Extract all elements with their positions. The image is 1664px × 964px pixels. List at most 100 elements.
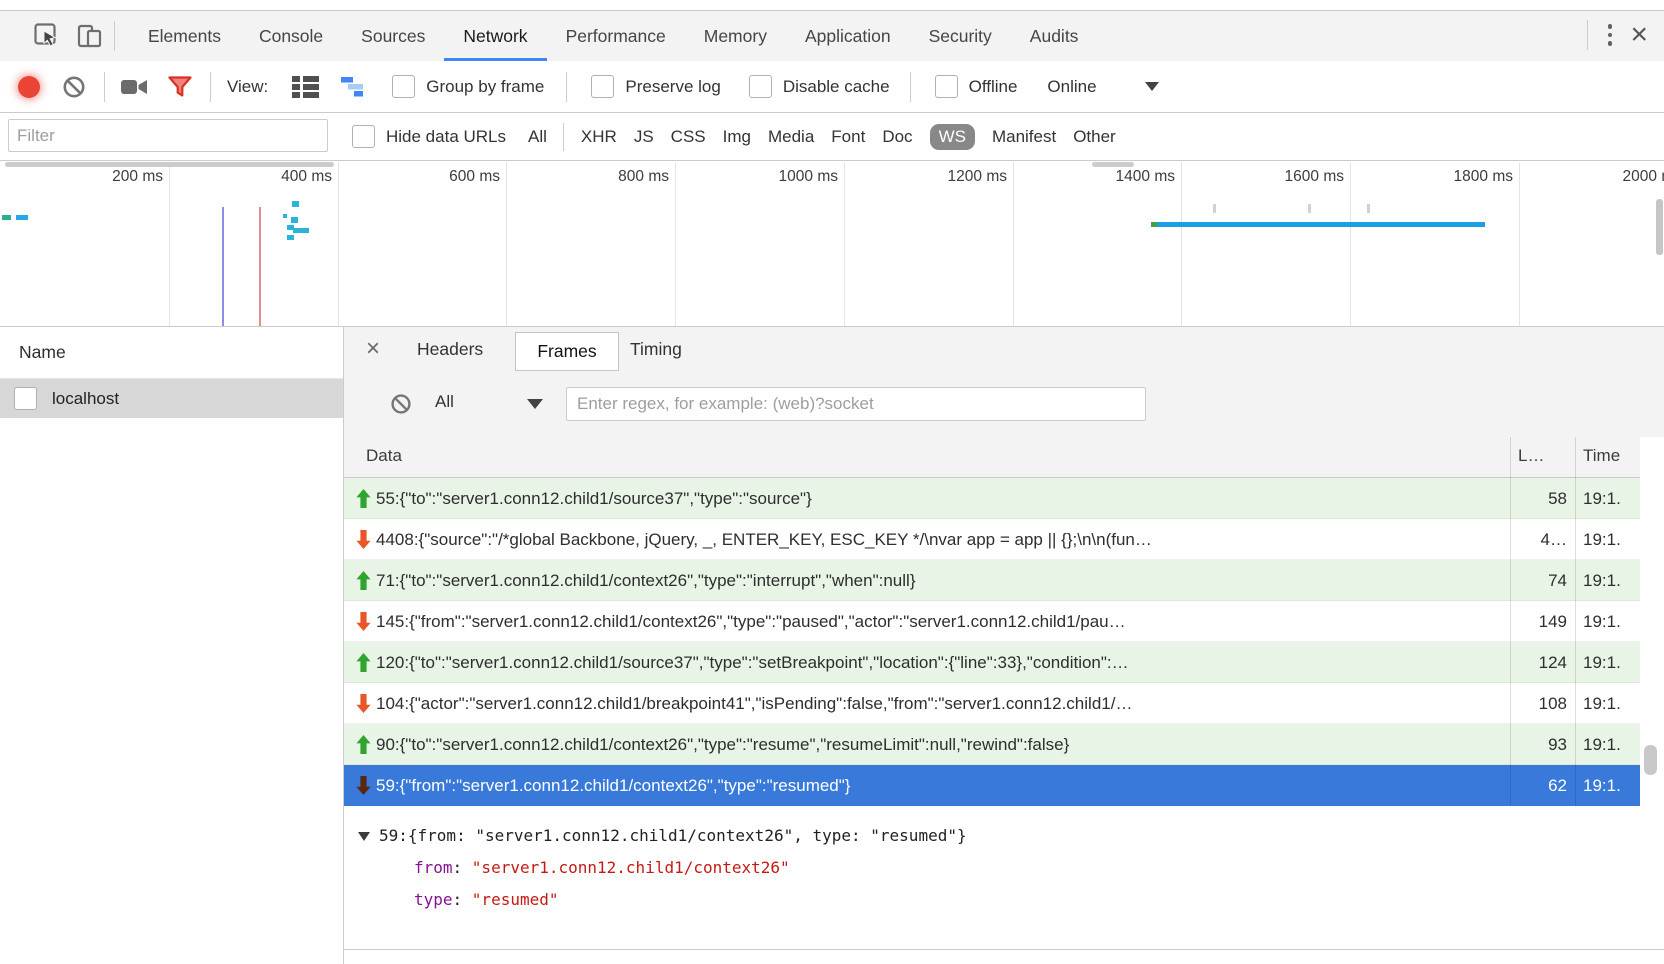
column-divider[interactable] <box>1575 437 1576 806</box>
frame-length: 74 <box>1548 570 1567 590</box>
filter-type-xhr[interactable]: XHR <box>581 127 617 147</box>
tab-performance[interactable]: Performance <box>547 11 685 61</box>
tab-frames-selected[interactable]: Frames <box>515 332 619 371</box>
frames-scrollbar-thumb[interactable] <box>1644 745 1657 775</box>
frames-regex-input[interactable] <box>566 387 1146 421</box>
tree-property[interactable]: from: "server1.conn12.child1/context26" <box>358 852 1664 884</box>
overview-scrollbar-thumb[interactable] <box>1656 199 1663 255</box>
websocket-connection-bar <box>1157 222 1485 227</box>
device-toolbar-icon[interactable] <box>72 19 106 53</box>
filter-input[interactable] <box>8 119 328 152</box>
waterfall-view-icon[interactable] <box>341 76 368 98</box>
time-column-header[interactable]: Time <box>1583 446 1620 466</box>
timeline-tick-label: 1000 ms <box>778 168 838 185</box>
group-by-frame-checkbox[interactable] <box>392 75 416 98</box>
frame-row[interactable]: 120:{"to":"server1.conn12.child1/source3… <box>344 642 1664 683</box>
sent-arrow-icon <box>356 653 371 672</box>
tab-timing[interactable]: Timing <box>630 339 682 360</box>
preserve-log-checkbox[interactable] <box>591 75 615 98</box>
inspect-element-icon[interactable] <box>30 19 64 53</box>
clear-icon[interactable] <box>62 75 86 99</box>
frame-row[interactable]: 104:{"actor":"server1.conn12.child1/brea… <box>344 683 1664 724</box>
network-overview-timeline[interactable]: 200 ms 400 ms 600 ms 800 ms 1000 ms 1200… <box>0 161 1664 327</box>
overview-grip[interactable] <box>5 162 334 167</box>
frame-row[interactable]: 4408:{"source":"/*global Backbone, jQuer… <box>344 519 1664 560</box>
frame-length: 124 <box>1538 652 1567 672</box>
tab-elements[interactable]: Elements <box>129 11 240 61</box>
filter-type-all[interactable]: All <box>528 127 547 147</box>
frames-filter-selected-value[interactable]: All <box>435 392 454 412</box>
timeline-event <box>292 201 299 207</box>
name-column-header[interactable]: Name <box>0 327 343 379</box>
frames-toolbar: All <box>344 371 1664 438</box>
filter-type-img[interactable]: Img <box>723 127 751 147</box>
requests-pane: Name localhost <box>0 327 344 964</box>
close-detail-icon[interactable]: × <box>366 335 380 363</box>
throttling-dropdown-icon[interactable] <box>1144 82 1159 91</box>
timeline-tick-label: 1800 ms <box>1453 168 1513 185</box>
frame-row-selected[interactable]: 59:{"from":"server1.conn12.child1/contex… <box>344 765 1664 806</box>
filter-type-manifest[interactable]: Manifest <box>992 127 1056 147</box>
timeline-tick-label: 1600 ms <box>1284 168 1344 185</box>
length-column-header[interactable]: L… <box>1518 446 1544 466</box>
overflow-menu-icon[interactable] <box>1607 24 1613 46</box>
frames-scrollbar-track[interactable] <box>1640 437 1664 806</box>
filter-type-other[interactable]: Other <box>1073 127 1116 147</box>
tree-property[interactable]: type: "resumed" <box>358 884 1664 916</box>
separator <box>1586 20 1588 50</box>
tab-security[interactable]: Security <box>910 11 1011 61</box>
close-devtools-icon[interactable]: × <box>1630 20 1648 50</box>
request-row-localhost[interactable]: localhost <box>0 379 343 418</box>
disable-cache-checkbox[interactable] <box>748 75 772 98</box>
received-arrow-icon <box>356 612 371 631</box>
panel-tabs: Elements Console Sources Network Perform… <box>129 11 1097 61</box>
tab-audits[interactable]: Audits <box>1011 11 1098 61</box>
frames-clear-icon[interactable] <box>390 393 412 415</box>
overview-grip[interactable] <box>1092 162 1134 167</box>
tree-root[interactable]: 59:{from: "server1.conn12.child1/context… <box>358 820 1664 852</box>
tab-sources[interactable]: Sources <box>342 11 444 61</box>
filter-type-css[interactable]: CSS <box>671 127 706 147</box>
expand-triangle-icon[interactable] <box>358 832 370 841</box>
frame-row[interactable]: 71:{"to":"server1.conn12.child1/context2… <box>344 560 1664 601</box>
filter-icon[interactable] <box>168 75 192 98</box>
tab-console[interactable]: Console <box>240 11 342 61</box>
filter-type-font[interactable]: Font <box>831 127 865 147</box>
timeline-tick-label: 800 ms <box>618 168 669 185</box>
timeline-event <box>291 217 298 223</box>
separator <box>104 71 105 102</box>
timeline-tick <box>1367 204 1370 213</box>
network-filter-bar: Hide data URLs All XHR JS CSS Img Media … <box>0 113 1664 161</box>
filter-type-js[interactable]: JS <box>634 127 654 147</box>
filter-type-media[interactable]: Media <box>768 127 814 147</box>
throttling-selected-value[interactable]: Online <box>1047 77 1096 97</box>
frame-row[interactable]: 145:{"from":"server1.conn12.child1/conte… <box>344 601 1664 642</box>
frame-row[interactable]: 55:{"to":"server1.conn12.child1/source37… <box>344 478 1664 519</box>
column-divider[interactable] <box>1510 437 1511 806</box>
filter-type-ws-selected[interactable]: WS <box>929 123 975 150</box>
frame-time: 19:1. <box>1583 529 1621 549</box>
frame-data: 90:{"to":"server1.conn12.child1/context2… <box>376 734 1070 754</box>
frame-row[interactable]: 90:{"to":"server1.conn12.child1/context2… <box>344 724 1664 765</box>
tab-network[interactable]: Network <box>444 11 547 61</box>
hide-data-urls-label: Hide data URLs <box>386 126 507 146</box>
group-by-frame-label: Group by frame <box>426 76 545 96</box>
tab-headers[interactable]: Headers <box>417 339 483 360</box>
filter-type-doc[interactable]: Doc <box>882 127 912 147</box>
frame-data: 55:{"to":"server1.conn12.child1/source37… <box>376 488 812 508</box>
tab-memory[interactable]: Memory <box>685 11 786 61</box>
tab-application[interactable]: Application <box>786 11 910 61</box>
large-rows-view-icon[interactable] <box>292 75 320 98</box>
timeline-event <box>283 214 287 218</box>
offline-checkbox[interactable] <box>934 75 958 98</box>
frames-filter-dropdown-icon[interactable] <box>527 399 543 409</box>
separator <box>566 71 568 102</box>
hide-data-urls-checkbox[interactable] <box>352 125 375 148</box>
data-column-header[interactable]: Data <box>366 446 402 466</box>
record-button[interactable] <box>18 75 40 98</box>
frame-time: 19:1. <box>1583 734 1621 754</box>
timeline-tick-label: 600 ms <box>449 168 500 185</box>
preserve-log-label: Preserve log <box>625 76 721 96</box>
request-checkbox[interactable] <box>14 387 37 410</box>
capture-screenshots-icon[interactable] <box>121 78 148 96</box>
